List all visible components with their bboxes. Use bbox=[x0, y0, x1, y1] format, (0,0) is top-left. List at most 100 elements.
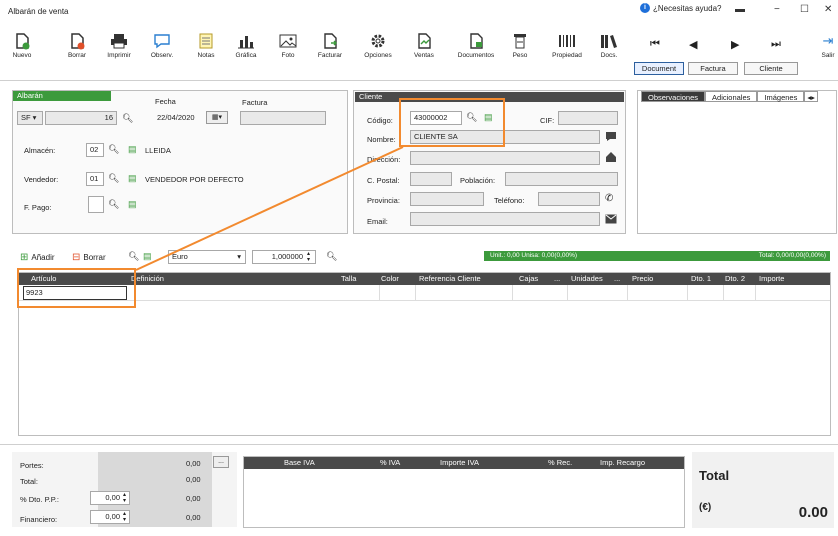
search-almacen-icon[interactable]: 🔍︎ bbox=[108, 144, 119, 155]
dto-stepper-icon[interactable]: ▴ ▾ bbox=[123, 492, 126, 504]
tab-observaciones[interactable]: Observaciones bbox=[641, 91, 706, 102]
cif-field[interactable] bbox=[558, 111, 618, 125]
last-record-icon[interactable]: ⏭ bbox=[771, 38, 781, 51]
fpago-label: F. Pago: bbox=[24, 203, 52, 212]
table-row[interactable]: 9923 bbox=[19, 285, 830, 301]
col-precio[interactable]: Precio bbox=[632, 273, 653, 285]
notes-button[interactable]: Notas bbox=[186, 30, 226, 59]
scale-icon bbox=[500, 30, 540, 52]
col-cajas-more[interactable]: ... bbox=[554, 273, 560, 285]
delete-doc-icon bbox=[57, 30, 97, 52]
col-referencia-cliente[interactable]: Referencia Cliente bbox=[419, 273, 481, 285]
col-pct-rec: % Rec. bbox=[548, 458, 573, 467]
poblacion-field[interactable] bbox=[505, 172, 618, 186]
search-vendedor-icon[interactable]: 🔍︎ bbox=[108, 173, 119, 184]
col-color[interactable]: Color bbox=[381, 273, 399, 285]
chat-icon[interactable] bbox=[605, 131, 617, 142]
options-button[interactable]: Opciones bbox=[358, 30, 398, 59]
minimize-icon[interactable]: − bbox=[774, 4, 780, 15]
serie-select[interactable]: SF ▾ bbox=[17, 111, 43, 125]
factura-field[interactable] bbox=[240, 111, 326, 125]
col-dto2[interactable]: Dto. 2 bbox=[725, 273, 745, 285]
provincia-field[interactable] bbox=[410, 192, 484, 206]
codigo-label: Código: bbox=[367, 116, 393, 125]
close-icon[interactable]: ✕ bbox=[824, 4, 832, 15]
calendar-icon[interactable]: ▦▾ bbox=[206, 111, 228, 124]
exit-button[interactable]: ⇥ Salir bbox=[818, 30, 838, 59]
comment-icon bbox=[142, 30, 182, 52]
property-button[interactable]: Propiedad bbox=[547, 30, 587, 59]
col-unidades-more[interactable]: ... bbox=[614, 273, 620, 285]
currency-select[interactable]: Euro ▾ bbox=[168, 250, 246, 264]
total-label: Total: bbox=[20, 477, 38, 486]
fpago-detail-icon[interactable]: ▤ bbox=[128, 199, 137, 210]
col-talla[interactable]: Talla bbox=[341, 273, 356, 285]
chart-button[interactable]: Gráfica bbox=[226, 30, 266, 59]
toolbar-divider bbox=[0, 80, 838, 81]
tab-adicionales[interactable]: Adicionales bbox=[705, 91, 758, 102]
maximize-icon[interactable]: ☐ bbox=[800, 4, 809, 15]
new-button[interactable]: Nuevo bbox=[2, 30, 42, 59]
search-number-icon[interactable]: 🔍︎ bbox=[122, 113, 133, 124]
help-dropdown-icon[interactable]: ▬ bbox=[735, 4, 745, 15]
fecha-label: Fecha bbox=[155, 97, 176, 106]
almacen-code-field[interactable]: 02 bbox=[86, 143, 104, 157]
delete-line-button[interactable]: ⊟ Borrar bbox=[72, 252, 106, 263]
tab-imagenes[interactable]: Imágenes bbox=[757, 91, 805, 102]
invoice-icon bbox=[310, 30, 350, 52]
nombre-label: Nombre: bbox=[367, 135, 396, 144]
portes-label: Portes: bbox=[20, 461, 44, 470]
vendedor-code-field[interactable]: 01 bbox=[86, 172, 104, 186]
observations-button[interactable]: Observ. bbox=[142, 30, 182, 59]
col-cajas[interactable]: Cajas bbox=[519, 273, 538, 285]
cpostal-label: C. Postal: bbox=[367, 176, 400, 185]
previous-record-icon[interactable]: ◀ bbox=[689, 38, 697, 51]
fecha-field[interactable]: 22/04/2020 bbox=[153, 111, 205, 125]
print-button[interactable]: Imprimir bbox=[99, 30, 139, 59]
tab-scroll-icon[interactable]: ◂▸ bbox=[804, 91, 818, 102]
col-importe[interactable]: Importe bbox=[759, 273, 784, 285]
home-icon[interactable] bbox=[605, 151, 617, 163]
photo-icon bbox=[268, 30, 308, 52]
chart-icon bbox=[226, 30, 266, 52]
portes-more-button[interactable]: ... bbox=[213, 456, 229, 468]
nav-document-button[interactable]: Document bbox=[634, 62, 684, 75]
documents-icon bbox=[456, 30, 496, 52]
email-field[interactable] bbox=[410, 212, 600, 226]
delete-button[interactable]: Borrar bbox=[57, 30, 97, 59]
dto-value: 0,00 bbox=[186, 494, 201, 503]
cpostal-field[interactable] bbox=[410, 172, 452, 186]
search-rate-icon[interactable]: 🔍︎ bbox=[326, 251, 337, 262]
search-fpago-icon[interactable]: 🔍︎ bbox=[108, 199, 119, 210]
fpago-field[interactable] bbox=[88, 196, 104, 213]
help-link[interactable]: i ¿Necesitas ayuda? bbox=[640, 3, 721, 13]
invoice-button[interactable]: Facturar bbox=[310, 30, 350, 59]
col-unidades[interactable]: Unidades bbox=[571, 273, 603, 285]
tab-bar: Observaciones Adicionales Imágenes ◂▸ bbox=[641, 91, 818, 102]
numero-field[interactable]: 16 bbox=[45, 111, 117, 125]
add-line-button[interactable]: ⊞ Añadir bbox=[20, 252, 55, 263]
vendedor-detail-icon[interactable]: ▤ bbox=[128, 173, 137, 184]
financiero-stepper-icon[interactable]: ▴ ▾ bbox=[123, 511, 126, 523]
direccion-field[interactable] bbox=[410, 151, 600, 165]
col-dto1[interactable]: Dto. 1 bbox=[691, 273, 711, 285]
rate-stepper-icon[interactable]: ▴ ▾ bbox=[307, 251, 310, 263]
gear-icon bbox=[358, 30, 398, 52]
docs-button[interactable]: Docs. bbox=[589, 30, 629, 59]
vendedor-name: VENDEDOR POR DEFECTO bbox=[145, 175, 244, 184]
line-detail-icon[interactable]: ▤ bbox=[143, 251, 152, 262]
weight-button[interactable]: Peso bbox=[500, 30, 540, 59]
search-line-icon[interactable]: 🔍︎ bbox=[128, 251, 139, 262]
photo-button[interactable]: Foto bbox=[268, 30, 308, 59]
nav-client-button[interactable]: Cliente bbox=[744, 62, 798, 75]
first-record-icon[interactable]: ⏮ bbox=[650, 38, 660, 51]
highlight-articulo bbox=[17, 268, 136, 308]
almacen-detail-icon[interactable]: ▤ bbox=[128, 144, 137, 155]
nav-invoice-button[interactable]: Factura bbox=[688, 62, 738, 75]
documents-button[interactable]: Documentos bbox=[456, 30, 496, 59]
next-record-icon[interactable]: ▶ bbox=[731, 38, 739, 51]
telefono-field[interactable] bbox=[538, 192, 600, 206]
sales-button[interactable]: Ventas bbox=[404, 30, 444, 59]
mail-icon[interactable] bbox=[605, 214, 617, 224]
phone-icon[interactable]: ✆ bbox=[605, 193, 613, 204]
